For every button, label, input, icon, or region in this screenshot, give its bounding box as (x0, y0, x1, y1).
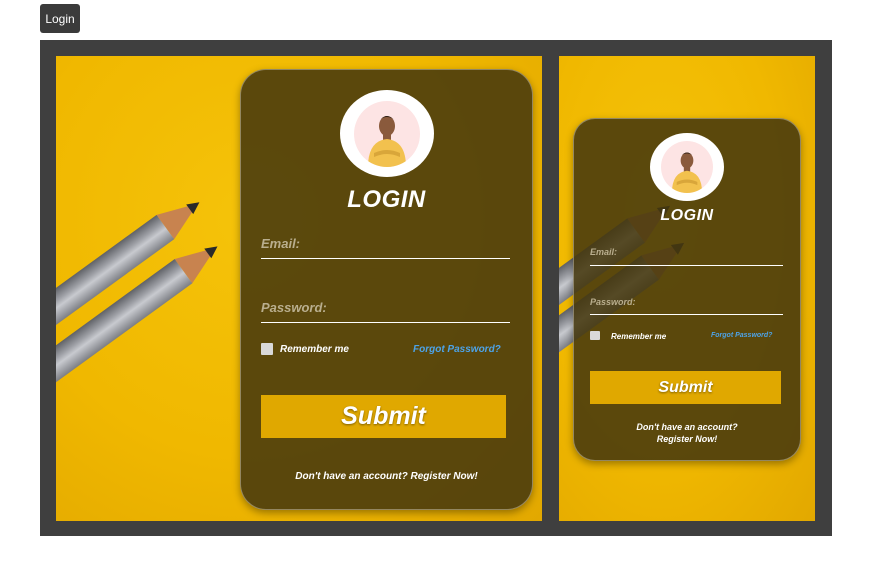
login-card: LOGIN Email: Password: Remember me Forgo… (240, 69, 533, 510)
login-card-mobile: LOGIN Email: Password: Remember me Forgo… (573, 118, 801, 461)
desktop-preview: LOGIN Email: Password: Remember me Forgo… (56, 56, 542, 521)
forgot-password-link[interactable]: Forgot Password? (413, 344, 501, 355)
register-link[interactable]: Don't have an account? Register Now! (241, 471, 532, 482)
avatar-icon (340, 90, 434, 177)
submit-button[interactable]: Submit (261, 395, 506, 438)
preview-frame: LOGIN Email: Password: Remember me Forgo… (40, 40, 832, 536)
remember-label: Remember me (611, 332, 667, 341)
login-title: LOGIN (660, 207, 714, 224)
avatar-icon (650, 133, 724, 201)
register-link[interactable]: Register Now! (574, 434, 800, 444)
forgot-password-link[interactable]: Forgot Password? (711, 332, 772, 339)
register-line-1: Don't have an account? (636, 422, 738, 432)
password-field[interactable] (261, 304, 510, 323)
mobile-preview: LOGIN Email: Password: Remember me Forgo… (559, 56, 815, 521)
remember-checkbox[interactable] (261, 343, 273, 355)
email-field[interactable] (590, 251, 783, 266)
email-field[interactable] (261, 240, 510, 259)
password-field[interactable] (590, 301, 783, 315)
remember-checkbox[interactable] (590, 331, 600, 340)
login-title: LOGIN (347, 186, 426, 213)
submit-button[interactable]: Submit (590, 371, 781, 404)
remember-label: Remember me (280, 344, 349, 355)
login-button[interactable]: Login (40, 4, 80, 33)
